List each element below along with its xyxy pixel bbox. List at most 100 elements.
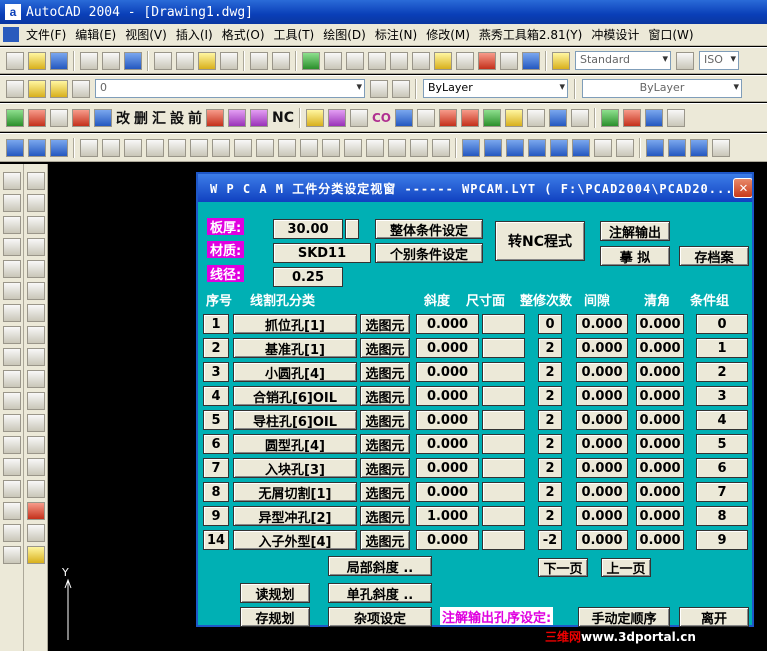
row-trim-count-field[interactable]: 0: [538, 314, 562, 334]
row-category-button[interactable]: 异型冲孔[2]: [233, 506, 357, 526]
row-slope-field[interactable]: 0.000: [416, 434, 479, 454]
array-icon[interactable]: [26, 260, 45, 278]
row-trim-count-field[interactable]: 2: [538, 482, 562, 502]
row-category-button[interactable]: 抓位孔[1]: [233, 314, 357, 334]
help-icon[interactable]: [522, 51, 540, 70]
row-gap-field[interactable]: 0.000: [576, 482, 628, 502]
solid-tool-icon-12[interactable]: [256, 138, 274, 157]
plugin-icon-14[interactable]: [439, 108, 458, 127]
menu-draw[interactable]: 绘图(D): [319, 26, 371, 43]
row-corner-field[interactable]: 0.000: [636, 386, 684, 406]
copy-object-icon[interactable]: [26, 194, 45, 212]
delete-button[interactable]: 删: [134, 108, 148, 128]
menu-die-design[interactable]: 冲模设计: [587, 26, 644, 43]
row-corner-field[interactable]: 0.000: [636, 338, 684, 358]
redo-icon[interactable]: [272, 51, 290, 70]
solid-tool-icon-10[interactable]: [212, 138, 230, 157]
plugin-icon-21[interactable]: [601, 108, 620, 127]
move-icon[interactable]: [26, 282, 45, 300]
annotation-output-button[interactable]: 注解输出: [600, 221, 670, 241]
row-size-face-field[interactable]: [482, 458, 525, 478]
layer-previous-icon[interactable]: [392, 79, 410, 98]
row-condition-group-field[interactable]: 6: [696, 458, 748, 478]
plugin-icon-17[interactable]: [505, 108, 524, 127]
row-select-entity-button[interactable]: 选图元: [360, 506, 410, 526]
solid-tool-icon-20[interactable]: [432, 138, 450, 157]
solid-tool-icon-9[interactable]: [190, 138, 208, 157]
publish-icon[interactable]: [124, 51, 142, 70]
chamfer-icon[interactable]: [26, 458, 45, 476]
row-gap-field[interactable]: 0.000: [576, 458, 628, 478]
solid-tool-icon-17[interactable]: [366, 138, 384, 157]
polygon-icon[interactable]: [2, 238, 21, 256]
row-select-entity-button[interactable]: 选图元: [360, 386, 410, 406]
row-category-button[interactable]: 合销孔[6]OIL: [233, 386, 357, 406]
row-seq-field[interactable]: 8: [203, 482, 229, 502]
menu-modify[interactable]: 修改(M): [422, 26, 475, 43]
row-gap-field[interactable]: 0.000: [576, 434, 628, 454]
zoom-window-icon[interactable]: [346, 51, 364, 70]
revision-cloud-icon[interactable]: [2, 326, 21, 344]
row-category-button[interactable]: 小圆孔[4]: [233, 362, 357, 382]
row-condition-group-field[interactable]: 2: [696, 362, 748, 382]
plugin-icon-20[interactable]: [571, 108, 590, 127]
leave-button[interactable]: 离开: [679, 607, 749, 627]
plugin-icon-11[interactable]: [350, 108, 368, 127]
menu-yanxiu-toolbox[interactable]: 燕秀工具箱2.81(Y): [475, 26, 587, 43]
extend-icon[interactable]: [26, 392, 45, 410]
row-size-face-field[interactable]: [482, 506, 525, 526]
prev-page-button[interactable]: 上一页: [601, 558, 651, 577]
box-icon[interactable]: [462, 138, 480, 157]
edit-icon[interactable]: [26, 546, 45, 564]
layer-manager-icon[interactable]: [6, 79, 24, 98]
dbconnect-icon[interactable]: [478, 51, 496, 70]
plugin-icon-22[interactable]: [623, 108, 642, 127]
layer-lock-icon[interactable]: [72, 79, 90, 98]
solid-tool-icon-13[interactable]: [278, 138, 296, 157]
circle-icon[interactable]: [2, 304, 21, 322]
row-gap-field[interactable]: 0.000: [576, 410, 628, 430]
row-select-entity-button[interactable]: 选图元: [360, 434, 410, 454]
row-category-button[interactable]: 基准孔[1]: [233, 338, 357, 358]
row-size-face-field[interactable]: [482, 386, 525, 406]
menu-view[interactable]: 视图(V): [121, 26, 172, 43]
zoom-realtime-icon[interactable]: [324, 51, 342, 70]
row-size-face-field[interactable]: [482, 362, 525, 382]
row-trim-count-field[interactable]: 2: [538, 506, 562, 526]
row-corner-field[interactable]: 0.000: [636, 506, 684, 526]
print-icon[interactable]: [80, 51, 98, 70]
row-corner-field[interactable]: 0.000: [636, 434, 684, 454]
trim-icon[interactable]: [26, 370, 45, 388]
mirror-icon[interactable]: [26, 216, 45, 234]
row-corner-field[interactable]: 0.000: [636, 410, 684, 430]
linetype-combo[interactable]: ByLayer: [582, 79, 742, 98]
table-icon[interactable]: [2, 524, 21, 542]
point-icon[interactable]: [2, 458, 21, 476]
make-block-icon[interactable]: [2, 436, 21, 454]
row-select-entity-button[interactable]: 选图元: [360, 410, 410, 430]
torus-icon[interactable]: [572, 138, 590, 157]
plugin-icon-24[interactable]: [667, 108, 686, 127]
cone-icon[interactable]: [528, 138, 546, 157]
plugin-icon-1[interactable]: [6, 108, 24, 127]
row-seq-field[interactable]: 14: [203, 530, 229, 550]
row-condition-group-field[interactable]: 7: [696, 482, 748, 502]
front-button[interactable]: 前: [188, 108, 202, 128]
solid-tool-icon-11[interactable]: [234, 138, 252, 157]
solid-edit-icon-1[interactable]: [646, 138, 664, 157]
row-corner-field[interactable]: 0.000: [636, 458, 684, 478]
simulate-button[interactable]: 摹 拟: [600, 246, 670, 266]
markup-icon[interactable]: [500, 51, 518, 70]
plugin-icon-10[interactable]: [328, 108, 346, 127]
menu-insert[interactable]: 插入(I): [172, 26, 218, 43]
erase-icon[interactable]: [26, 172, 45, 190]
match-properties-icon[interactable]: [220, 51, 238, 70]
plugin-icon-15[interactable]: [461, 108, 480, 127]
row-category-button[interactable]: 入块孔[3]: [233, 458, 357, 478]
row-corner-field[interactable]: 0.000: [636, 482, 684, 502]
thickness-field[interactable]: 30.00: [273, 219, 343, 239]
make-current-layer-icon[interactable]: [370, 79, 388, 98]
read-plan-button[interactable]: 读规划: [240, 583, 310, 603]
plugin-icon-2[interactable]: [28, 108, 46, 127]
row-gap-field[interactable]: 0.000: [576, 338, 628, 358]
